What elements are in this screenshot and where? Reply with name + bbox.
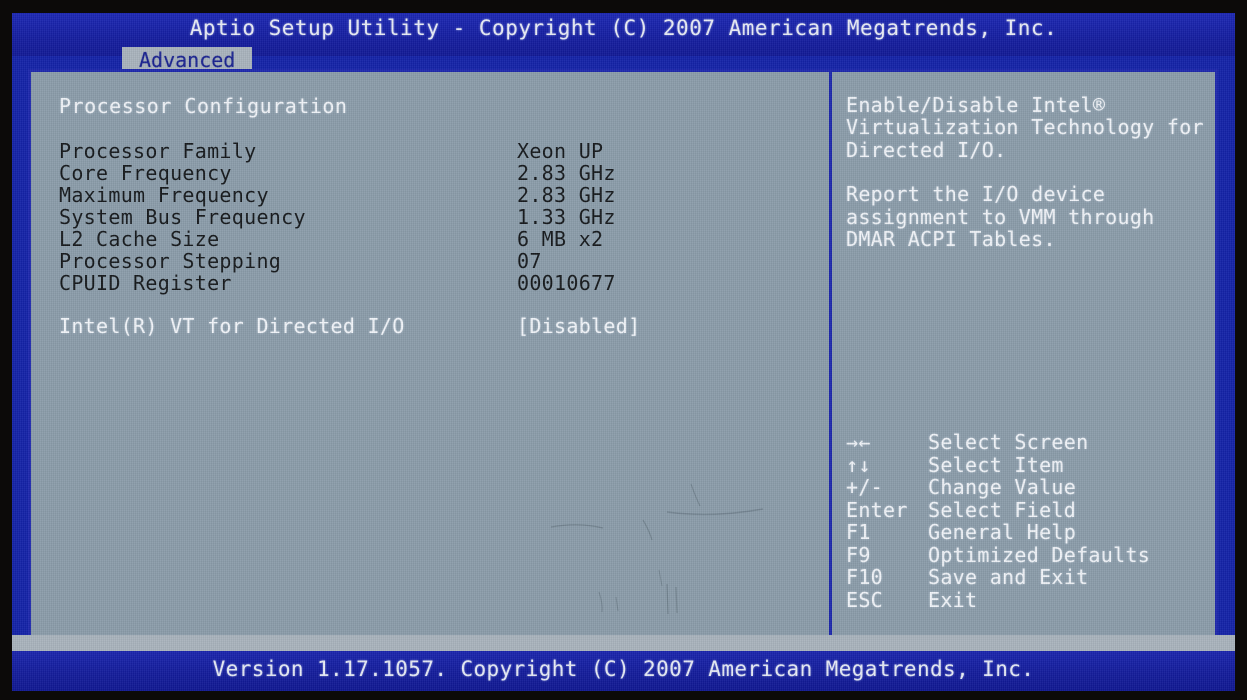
- item-label: CPUID Register: [59, 271, 232, 295]
- key-action: Select Item: [928, 452, 1064, 477]
- setting-value[interactable]: [Disabled]: [517, 314, 640, 338]
- setting-intel-vt-for-directed-io[interactable]: Intel(R) VT for Directed I/O [Disabled]: [59, 314, 829, 338]
- table-row: CPUID Register 00010677: [59, 271, 829, 295]
- key-glyph: +/-: [846, 475, 884, 499]
- key-action: General Help: [928, 520, 1077, 544]
- list-item: F9 Optimized Defaults: [846, 542, 1229, 567]
- footer-bar: Version 1.17.1057. Copyright (C) 2007 Am…: [12, 651, 1235, 691]
- item-label: L2 Cache Size: [59, 227, 220, 251]
- key-legend: →← Select Screen ↑↓ Select Item +/- Chan…: [846, 430, 1229, 612]
- list-item: Enter Select Field: [846, 497, 1229, 522]
- table-row: L2 Cache Size 6 MB x2: [59, 227, 829, 251]
- item-value: 2.83 GHz: [517, 161, 616, 185]
- settings-pane: Processor Configuration Processor Family…: [31, 72, 829, 660]
- screen-area: Aptio Setup Utility - Copyright (C) 2007…: [12, 13, 1235, 691]
- table-row: Processor Family Xeon UP: [59, 139, 829, 163]
- item-label: Processor Stepping: [59, 249, 282, 273]
- key-glyph: ESC: [846, 587, 884, 612]
- table-row: Maximum Frequency 2.83 GHz: [59, 183, 829, 207]
- item-value: 6 MB x2: [517, 227, 604, 251]
- key-glyph-arrows-vertical-icon: ↑↓: [846, 452, 871, 477]
- key-glyph: F1: [846, 520, 871, 544]
- key-glyph: F9: [846, 542, 871, 567]
- key-action: Select Screen: [928, 430, 1089, 454]
- key-action: Optimized Defaults: [928, 542, 1151, 567]
- key-glyph: Enter: [846, 497, 908, 522]
- key-action: Select Field: [928, 497, 1077, 522]
- content-frame: Processor Configuration Processor Family…: [28, 69, 1218, 663]
- table-row: Processor Stepping 07: [59, 249, 829, 273]
- list-item: →← Select Screen: [846, 430, 1229, 454]
- item-label: System Bus Frequency: [59, 205, 306, 229]
- setting-label: Intel(R) VT for Directed I/O: [59, 314, 405, 338]
- page-title: Aptio Setup Utility - Copyright (C) 2007…: [189, 16, 1058, 40]
- list-item: F10 Save and Exit: [846, 565, 1229, 589]
- item-value: 2.83 GHz: [517, 183, 616, 207]
- list-item: ESC Exit: [846, 587, 1229, 612]
- key-action: Change Value: [928, 475, 1077, 499]
- item-value: 07: [517, 249, 542, 273]
- processor-info-list: Processor Family Xeon UP Core Frequency …: [59, 139, 829, 295]
- bios-setup-screen: Aptio Setup Utility - Copyright (C) 2007…: [0, 0, 1247, 700]
- key-glyph-arrows-horizontal-icon: →←: [846, 430, 871, 454]
- item-label: Processor Family: [59, 139, 257, 163]
- item-label: Core Frequency: [59, 161, 232, 185]
- version-footer: Version 1.17.1057. Copyright (C) 2007 Am…: [212, 657, 1035, 681]
- section-header-processor-configuration: Processor Configuration: [59, 94, 348, 118]
- help-paragraph: Report the I/O device assignment to VMM …: [846, 182, 1167, 252]
- key-glyph: F10: [846, 565, 884, 589]
- list-item: ↑↓ Select Item: [846, 452, 1229, 477]
- key-action: Save and Exit: [928, 565, 1089, 589]
- help-paragraph: Enable/Disable Intel® Virtualization Tec…: [846, 93, 1217, 162]
- list-item: F1 General Help: [846, 520, 1229, 544]
- key-action: Exit: [928, 587, 978, 612]
- item-value: 00010677: [517, 271, 616, 295]
- table-row: System Bus Frequency 1.33 GHz: [59, 205, 829, 229]
- item-value: 1.33 GHz: [517, 205, 616, 229]
- help-pane: Enable/Disable Intel® Virtualization Tec…: [832, 72, 1215, 660]
- table-row: Core Frequency 2.83 GHz: [59, 161, 829, 185]
- item-label: Maximum Frequency: [59, 183, 269, 207]
- item-value: Xeon UP: [517, 139, 604, 163]
- list-item: +/- Change Value: [846, 475, 1229, 499]
- bottom-strip: [12, 635, 1235, 651]
